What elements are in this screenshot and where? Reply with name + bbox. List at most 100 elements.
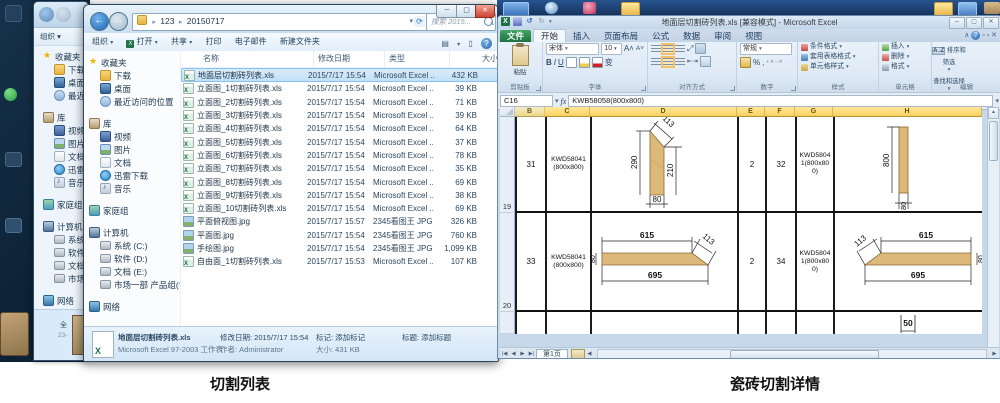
font-size-select[interactable]: 10 ▾	[601, 43, 622, 55]
chevron-down-icon[interactable]: ▾	[409, 14, 413, 29]
sidebar-item[interactable]: 市场一部 产品组(专用)	[38, 272, 88, 285]
sidebar-item[interactable]: 迅雷下载	[84, 169, 180, 182]
file-row[interactable]: 立面图_7切割砖列表.xls2015/7/17 15:54Microsoft E…	[181, 162, 498, 175]
file-row[interactable]: 立面图_4切割砖列表.xls2015/7/17 15:54Microsoft E…	[181, 122, 498, 135]
sidebar-item[interactable]: 文档 (E:)	[84, 265, 180, 278]
expand-formula-bar-icon[interactable]: ▾	[995, 97, 999, 105]
minimize-button[interactable]: ─	[949, 17, 965, 29]
maximize-button[interactable]: ▢	[456, 5, 477, 18]
tab-view[interactable]: 视图	[738, 30, 769, 42]
forward-button[interactable]: →	[109, 12, 128, 31]
back-button[interactable]	[39, 7, 54, 22]
sidebar-item[interactable]: 桌面	[84, 82, 180, 95]
align-center-icon[interactable]	[663, 58, 673, 66]
dialog-launcher-icon[interactable]	[791, 86, 796, 91]
cell-F19[interactable]: 32	[765, 117, 795, 213]
close-button[interactable]: ✕	[475, 5, 495, 18]
merge-center-icon[interactable]	[700, 56, 711, 67]
horizontal-scrollbar[interactable]	[597, 349, 987, 360]
file-row[interactable]: 自由面_1切割砖列表.xls2015/7/17 15:53Microsoft E…	[181, 255, 498, 268]
file-row[interactable]: 立面图_3切割砖列表.xls2015/7/17 15:54Microsoft E…	[181, 109, 498, 122]
sheet-tab[interactable]: 第1页	[536, 349, 568, 360]
italic-button[interactable]: I	[554, 58, 556, 68]
accounting-format-icon[interactable]	[740, 57, 751, 68]
print-button[interactable]: 打印	[205, 34, 221, 50]
new-folder-button[interactable]: 新建文件夹	[280, 34, 320, 50]
forward-button[interactable]	[56, 7, 71, 22]
preview-pane-icon[interactable]: ▯	[468, 39, 472, 48]
cell-styles-button[interactable]: 单元格样式 ▾	[798, 62, 878, 72]
cell-B19[interactable]: 31	[515, 117, 545, 213]
taskbar-window-button[interactable]	[503, 2, 529, 16]
file-row[interactable]: 平面俯视图.jpg2015/7/17 15:572345看图王 JPG ...3…	[181, 215, 498, 228]
sidebar-item[interactable]: 视频	[84, 130, 180, 143]
back-button[interactable]: ←	[90, 12, 109, 31]
cell-H19-drawing[interactable]: 800 80	[833, 117, 982, 213]
views-icon[interactable]: ▤ ▾	[441, 39, 460, 48]
decimal-icons[interactable]: ⁺·⁰ ⁻·⁰	[766, 58, 781, 68]
file-row[interactable]: 手绘图.jpg2015/7/17 15:542345看图王 JPG ...1,0…	[181, 242, 498, 255]
help-icon[interactable]: ?	[971, 31, 980, 40]
column-header-type[interactable]: 类型	[385, 51, 450, 67]
sidebar-item[interactable]: 计算机	[38, 220, 88, 233]
sidebar-item[interactable]: 软件 (D:)	[38, 246, 88, 259]
tab-formulas[interactable]: 公式	[645, 30, 676, 42]
sidebar-item[interactable]: 视频	[38, 124, 88, 137]
taskbar-browser-icon[interactable]	[545, 2, 558, 14]
paste-icon[interactable]	[512, 45, 529, 66]
orientation-icon[interactable]: ⤢	[687, 44, 693, 54]
file-row[interactable]: 立面图_8切割砖列表.xls2015/7/17 15:54Microsoft E…	[181, 175, 498, 188]
cell-C21[interactable]	[545, 312, 590, 334]
desktop-icon[interactable]	[5, 218, 22, 233]
sidebar-item[interactable]: 系统 (C:)	[84, 239, 180, 252]
sidebar-item[interactable]: 文档	[84, 156, 180, 169]
taskbar-folder-icon[interactable]	[958, 2, 977, 16]
cell-F21[interactable]	[765, 312, 795, 334]
explorer-window[interactable]: ← → ▸ 123 ▸ 20150717 ▾ ⟳ 搜索 2015... ─ ▢ …	[83, 4, 499, 362]
hscroll-right-icon[interactable]: ▶	[990, 351, 999, 357]
bold-button[interactable]: B	[546, 58, 552, 68]
align-left-icon[interactable]	[651, 58, 661, 66]
sidebar-item[interactable]: 文档	[38, 150, 88, 163]
sidebar-item[interactable]: 软件 (D:)	[84, 252, 180, 265]
align-bottom-icon[interactable]	[675, 45, 685, 53]
scroll-up-icon[interactable]: ▲	[988, 107, 999, 119]
cell-C20[interactable]: KWD58041(800x800)	[545, 213, 590, 312]
spreadsheet-grid[interactable]: B C D E F G H 19 31 KWD58041(800x800) 29…	[500, 107, 982, 334]
format-cells-button[interactable]: 格式 ▾	[879, 62, 931, 72]
close-button[interactable]: ✕	[983, 17, 999, 29]
cell-E20[interactable]: 2	[737, 213, 765, 312]
wrap-text-icon[interactable]	[695, 43, 706, 54]
window-mini-icons[interactable]: ▫ ▫ ✕	[982, 32, 997, 39]
open-button[interactable]: X打开 ▾	[126, 34, 157, 51]
cell-G21[interactable]	[795, 312, 833, 334]
dialog-launcher-icon[interactable]	[536, 86, 541, 91]
sidebar-item[interactable]: 网络	[84, 300, 180, 313]
column-header-F[interactable]: F	[765, 107, 795, 117]
dialog-launcher-icon[interactable]	[730, 86, 735, 91]
paste-button[interactable]: 粘贴	[498, 66, 542, 76]
last-sheet-icon[interactable]: ▶|	[527, 351, 536, 357]
dialog-launcher-icon[interactable]	[641, 86, 646, 91]
tab-data[interactable]: 数据	[676, 30, 707, 42]
scrollbar-thumb[interactable]	[989, 121, 998, 161]
breadcrumb[interactable]: 123	[160, 16, 174, 26]
taskbar-folder-icon[interactable]	[621, 2, 640, 16]
file-row[interactable]: 立面图_10切割砖列表.xls2015/7/17 15:54Microsoft …	[181, 202, 498, 215]
sidebar-item[interactable]: 图片	[38, 137, 88, 150]
sidebar-item[interactable]: 下载	[38, 63, 88, 76]
formula-input[interactable]: KWB58058(800x800)	[568, 95, 993, 107]
sidebar-item[interactable]: 音乐	[38, 176, 88, 189]
file-row[interactable]: 立面图_6切割砖列表.xls2015/7/17 15:54Microsoft E…	[181, 149, 498, 162]
tab-page-layout[interactable]: 页面布局	[597, 30, 645, 42]
background-explorer-window[interactable]: 组织 ▾ 收藏夹下载桌面最近访问的位置库视频图片文档迅雷下载音乐家庭组计算机系统…	[33, 1, 89, 361]
sidebar-item[interactable]: 图片	[84, 143, 180, 156]
sidebar-item[interactable]: 库	[38, 111, 88, 124]
cell-B21[interactable]	[515, 312, 545, 334]
column-header-G[interactable]: G	[795, 107, 833, 117]
cell-D19-drawing[interactable]: 290 210 80 113	[590, 117, 737, 213]
sidebar-item[interactable]: 最近访问的位置	[38, 89, 88, 102]
column-header-name[interactable]: 名称	[199, 51, 314, 67]
sidebar-item[interactable]: 收藏夹	[38, 50, 88, 63]
file-row[interactable]: 地面层切割砖列表.xls2015/7/17 15:54Microsoft Exc…	[181, 68, 498, 82]
